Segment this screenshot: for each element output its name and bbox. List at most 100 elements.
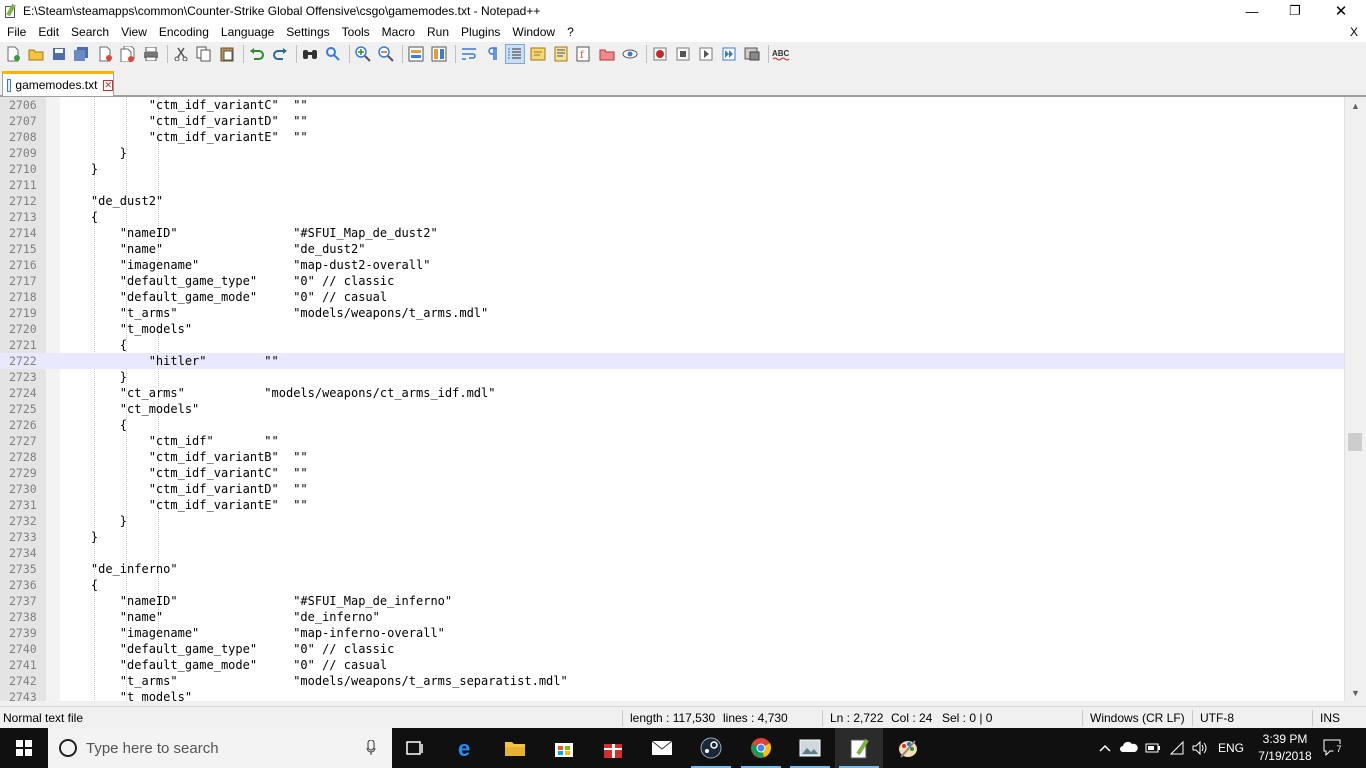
windows-start-icon[interactable] <box>0 728 48 768</box>
code-line[interactable]: 2718 "default_game_mode" "0" // casual <box>0 289 1344 305</box>
code-line[interactable]: 2740 "default_game_type" "0" // classic <box>0 641 1344 657</box>
menu-help[interactable]: ? <box>561 22 580 42</box>
code-line[interactable]: 2741 "default_game_mode" "0" // casual <box>0 657 1344 673</box>
taskbar-search-box[interactable]: Type here to search <box>48 728 392 768</box>
sync-vertical-icon[interactable] <box>406 44 426 64</box>
line-text[interactable]: "de_inferno" <box>62 561 178 577</box>
scroll-down-icon[interactable]: ▼ <box>1345 684 1366 701</box>
minimize-button[interactable]: — <box>1229 0 1275 22</box>
chrome-icon[interactable] <box>737 728 785 768</box>
code-line[interactable]: 2736 { <box>0 577 1344 593</box>
cut-icon[interactable] <box>171 44 191 64</box>
line-text[interactable]: "ctm_idf_variantC" "" <box>62 97 308 113</box>
line-text[interactable]: } <box>62 161 98 177</box>
line-text[interactable]: "default_game_mode" "0" // casual <box>62 657 387 673</box>
line-text[interactable]: "ct_arms" "models/weapons/ct_arms_idf.md… <box>62 385 496 401</box>
menu-tools[interactable]: Tools <box>336 22 376 42</box>
code-line[interactable]: 2732 } <box>0 513 1344 529</box>
code-line[interactable]: 2719 "t_arms" "models/weapons/t_arms.mdl… <box>0 305 1344 321</box>
undo-icon[interactable] <box>247 44 267 64</box>
line-text[interactable]: "ctm_idf_variantC" "" <box>62 465 308 481</box>
notepad-plus-plus-taskbar-icon[interactable] <box>835 728 883 768</box>
indent-guide-icon[interactable] <box>505 44 525 64</box>
line-text[interactable]: "t_models" <box>62 689 192 701</box>
code-line[interactable]: 2714 "nameID" "#SFUI_Map_de_dust2" <box>0 225 1344 241</box>
run-macro-multiple-icon[interactable] <box>719 44 739 64</box>
code-line[interactable]: 2709 } <box>0 145 1344 161</box>
scroll-up-icon[interactable]: ▲ <box>1345 97 1366 114</box>
code-line[interactable]: 2715 "name" "de_dust2" <box>0 241 1344 257</box>
sync-horizontal-icon[interactable] <box>429 44 449 64</box>
zoom-in-icon[interactable] <box>353 44 373 64</box>
line-text[interactable]: "t_arms" "models/weapons/t_arms_separati… <box>62 673 568 689</box>
code-line[interactable]: 2731 "ctm_idf_variantE" "" <box>0 497 1344 513</box>
menu-edit[interactable]: Edit <box>32 22 65 42</box>
code-line[interactable]: 2722 "hitler" "" <box>0 353 1344 369</box>
tab-close-icon[interactable]: ✕ <box>103 79 113 91</box>
code-line[interactable]: 2734 <box>0 545 1344 561</box>
code-line[interactable]: 2739 "imagename" "map-inferno-overall" <box>0 625 1344 641</box>
clock-time[interactable]: 3:39 PM <box>1255 732 1315 746</box>
line-text[interactable]: "nameID" "#SFUI_Map_de_inferno" <box>62 593 452 609</box>
code-line[interactable]: 2708 "ctm_idf_variantE" "" <box>0 129 1344 145</box>
steam-icon[interactable] <box>687 728 735 768</box>
line-text[interactable]: "default_game_type" "0" // classic <box>62 273 395 289</box>
user-defined-language-icon[interactable] <box>528 44 548 64</box>
menu-run[interactable]: Run <box>421 22 455 42</box>
tab-gamemodes-txt[interactable]: gamemodes.txt ✕ <box>2 71 114 96</box>
code-line[interactable]: 2725 "ct_models" <box>0 401 1344 417</box>
line-text[interactable]: "ctm_idf_variantE" "" <box>62 129 308 145</box>
menu-settings[interactable]: Settings <box>280 22 335 42</box>
code-line[interactable]: 2706 "ctm_idf_variantC" "" <box>0 97 1344 113</box>
copy-icon[interactable] <box>194 44 214 64</box>
volume-icon[interactable] <box>1191 740 1207 756</box>
line-text[interactable]: "nameID" "#SFUI_Map_de_dust2" <box>62 225 438 241</box>
save-all-icon[interactable] <box>72 44 92 64</box>
code-line[interactable]: 2730 "ctm_idf_variantD" "" <box>0 481 1344 497</box>
document-map-icon[interactable] <box>551 44 571 64</box>
code-line[interactable]: 2724 "ct_arms" "models/weapons/ct_arms_i… <box>0 385 1344 401</box>
print-icon[interactable] <box>141 44 161 64</box>
gift-icon[interactable] <box>589 728 637 768</box>
menu-search[interactable]: Search <box>65 22 115 42</box>
code-line[interactable]: 2713 { <box>0 209 1344 225</box>
stop-recording-icon[interactable] <box>673 44 693 64</box>
maximize-button[interactable]: ❐ <box>1272 0 1318 22</box>
paste-icon[interactable] <box>217 44 237 64</box>
code-line[interactable]: 2737 "nameID" "#SFUI_Map_de_inferno" <box>0 593 1344 609</box>
onedrive-icon[interactable] <box>1119 740 1139 754</box>
menu-plugins[interactable]: Plugins <box>455 22 506 42</box>
code-line[interactable]: 2735 "de_inferno" <box>0 561 1344 577</box>
save-macro-icon[interactable] <box>742 44 762 64</box>
line-text[interactable]: { <box>62 577 98 593</box>
battery-icon[interactable] <box>1145 741 1161 755</box>
line-text[interactable]: "ctm_idf_variantD" "" <box>62 113 308 129</box>
line-text[interactable]: "de_dust2" <box>62 193 163 209</box>
code-line[interactable]: 2727 "ctm_idf" "" <box>0 433 1344 449</box>
line-text[interactable]: "default_game_mode" "0" // casual <box>62 289 387 305</box>
line-text[interactable]: } <box>62 369 127 385</box>
microphone-icon[interactable] <box>366 740 376 756</box>
code-line[interactable]: 2723 } <box>0 369 1344 385</box>
line-text[interactable]: } <box>62 529 98 545</box>
language-indicator[interactable]: ENG <box>1218 741 1244 755</box>
line-text[interactable]: "name" "de_inferno" <box>62 609 380 625</box>
code-line[interactable]: 2738 "name" "de_inferno" <box>0 609 1344 625</box>
zoom-out-icon[interactable] <box>376 44 396 64</box>
store-icon[interactable] <box>540 728 588 768</box>
code-area[interactable]: 2706 "ctm_idf_variantC" "" 2707 "ctm_idf_… <box>0 97 1344 701</box>
line-text[interactable]: "ctm_idf_variantB" "" <box>62 449 308 465</box>
line-text[interactable]: { <box>62 209 98 225</box>
line-text[interactable]: { <box>62 337 127 353</box>
function-list-icon[interactable]: f <box>574 44 594 64</box>
line-text[interactable]: "hitler" "" <box>62 353 279 369</box>
spell-check-icon[interactable]: ABC <box>772 44 792 64</box>
menu-view[interactable]: View <box>115 22 153 42</box>
folder-as-workspace-icon[interactable] <box>597 44 617 64</box>
code-line[interactable]: 2726 { <box>0 417 1344 433</box>
paint-icon[interactable] <box>884 728 932 768</box>
file-explorer-icon[interactable] <box>491 728 539 768</box>
line-text[interactable]: } <box>62 513 127 529</box>
code-line[interactable]: 2716 "imagename" "map-dust2-overall" <box>0 257 1344 273</box>
line-text[interactable]: "ct_models" <box>62 401 199 417</box>
